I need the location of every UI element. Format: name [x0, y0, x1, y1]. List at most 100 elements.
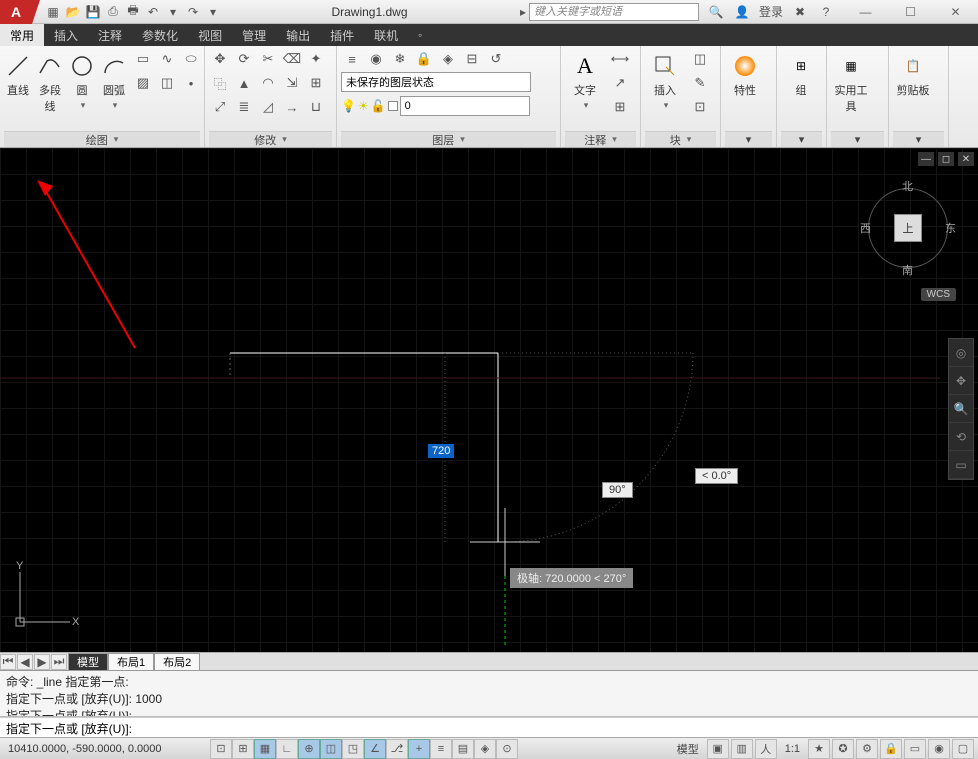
explode-icon[interactable]: ✦	[305, 48, 327, 70]
coordinates[interactable]: 10410.0000, -590.0000, 0.0000	[0, 743, 210, 755]
close-button[interactable]: ✕	[933, 0, 978, 24]
qp-icon[interactable]: ◈	[474, 739, 496, 759]
play-icon[interactable]: ▸	[517, 5, 529, 19]
layer-props-icon[interactable]: ≡	[341, 48, 363, 70]
stretch-icon[interactable]: ⇲	[281, 72, 303, 94]
tpy-icon[interactable]: ▤	[452, 739, 474, 759]
tab-parametric[interactable]: 参数化	[132, 24, 188, 46]
tab-plugins[interactable]: 插件	[320, 24, 364, 46]
grid-icon[interactable]: ▦	[254, 739, 276, 759]
annoauto-icon[interactable]: ✪	[832, 739, 854, 759]
dimension-icon[interactable]: ⟷	[609, 48, 631, 70]
clipboard-button[interactable]: 📋 剪贴板	[893, 48, 933, 98]
viewcube[interactable]: 北 南 西 东 上	[858, 178, 958, 278]
tab-view[interactable]: 视图	[188, 24, 232, 46]
line-button[interactable]: 直线	[4, 48, 32, 98]
wcs-badge[interactable]: WCS	[921, 288, 956, 301]
ducs-icon[interactable]: ⎇	[386, 739, 408, 759]
group-button[interactable]: ⊞ 组	[781, 48, 821, 98]
layout-tab-1[interactable]: 布局1	[108, 653, 154, 670]
showmotion-icon[interactable]: ▭	[949, 451, 973, 479]
plot-icon[interactable]: 🖶	[124, 3, 142, 21]
scale-label[interactable]: 1:1	[779, 743, 806, 755]
lwt-icon[interactable]: ≡	[430, 739, 452, 759]
chamfer-icon[interactable]: ◿	[257, 96, 279, 118]
dynamic-input-value[interactable]: 720	[428, 444, 454, 458]
redo-icon[interactable]: ↷	[184, 3, 202, 21]
mirror-icon[interactable]: ▲	[233, 72, 255, 94]
table-icon[interactable]: ⊞	[609, 96, 631, 118]
ws-icon[interactable]: ⚙	[856, 739, 878, 759]
drawing-canvas[interactable]: 720 90° < 0.0° 极轴: 720.0000 < 270° — ◻ ✕…	[0, 148, 978, 652]
viewcube-top[interactable]: 上	[894, 214, 922, 242]
hardware-icon[interactable]: ▭	[904, 739, 926, 759]
first-tab-icon[interactable]: ⏮	[0, 654, 16, 670]
extend-icon[interactable]: →	[281, 96, 303, 118]
rectangle-icon[interactable]: ▭	[132, 48, 154, 70]
polar-icon[interactable]: ⊕	[298, 739, 320, 759]
tab-annotate[interactable]: 注释	[88, 24, 132, 46]
sc-icon[interactable]: ⊙	[496, 739, 518, 759]
rotate-icon[interactable]: ⟳	[233, 48, 255, 70]
tab-insert[interactable]: 插入	[44, 24, 88, 46]
otrack-icon[interactable]: ∠	[364, 739, 386, 759]
undo-icon[interactable]: ↶	[144, 3, 162, 21]
user-icon[interactable]: 👤	[733, 3, 751, 21]
array-icon[interactable]: ⊞	[305, 72, 327, 94]
layer-freeze-icon[interactable]: ❄	[389, 48, 411, 70]
polyline-button[interactable]: 多段线	[36, 48, 64, 114]
panel-title-annot[interactable]: 注释▾	[565, 131, 636, 147]
command-input[interactable]: 指定下一点或 [放弃(U)]:	[0, 717, 978, 737]
annovis-icon[interactable]: ★	[808, 739, 830, 759]
move-icon[interactable]: ✥	[209, 48, 231, 70]
layer-match-icon[interactable]: ⊟	[461, 48, 483, 70]
chevron-down-icon[interactable]: ▾	[204, 3, 222, 21]
last-tab-icon[interactable]: ⏭	[51, 654, 67, 670]
scale-icon[interactable]: ⤢	[209, 96, 231, 118]
lock-ui-icon[interactable]: 🔒	[880, 739, 902, 759]
layer-lock-icon[interactable]: 🔒	[413, 48, 435, 70]
spline-icon[interactable]: ∿	[156, 48, 178, 70]
utilities-button[interactable]: ▦ 实用工具	[831, 48, 871, 114]
prev-tab-icon[interactable]: ◀	[17, 654, 33, 670]
zoom-icon[interactable]: 🔍	[949, 395, 973, 423]
binoculars-icon[interactable]: 🔍	[707, 3, 725, 21]
annoscale-icon[interactable]: 人	[755, 739, 777, 759]
dyn-icon[interactable]: +	[408, 739, 430, 759]
join-icon[interactable]: ⊔	[305, 96, 327, 118]
login-label[interactable]: 登录	[759, 3, 783, 20]
new-icon[interactable]: ▦	[44, 3, 62, 21]
snap-icon[interactable]: ⊞	[232, 739, 254, 759]
layout-tab-2[interactable]: 布局2	[154, 653, 200, 670]
save-icon[interactable]: 💾	[84, 3, 102, 21]
open-icon[interactable]: 📂	[64, 3, 82, 21]
panel-title-block[interactable]: 块▾	[645, 131, 716, 147]
wheel-icon[interactable]: ◎	[949, 339, 973, 367]
layer-current-combo[interactable]: 0	[400, 96, 530, 116]
chevron-down-icon[interactable]: ▾	[164, 3, 182, 21]
trim-icon[interactable]: ✂	[257, 48, 279, 70]
edit-block-icon[interactable]: ✎	[689, 72, 711, 94]
panel-title-modify[interactable]: 修改▾	[209, 131, 332, 147]
exchange-icon[interactable]: ✖	[791, 3, 809, 21]
panel-title-draw[interactable]: 绘图▾	[4, 131, 200, 147]
model-space-label[interactable]: 模型	[671, 741, 705, 757]
clean-icon[interactable]: ▢	[952, 739, 974, 759]
layer-state-combo[interactable]: 未保存的图层状态	[341, 72, 531, 92]
help-icon[interactable]: ?	[817, 3, 835, 21]
infer-icon[interactable]: ⊡	[210, 739, 232, 759]
osnap-icon[interactable]: ◫	[320, 739, 342, 759]
vp-close-icon[interactable]: ✕	[958, 152, 974, 166]
tab-home[interactable]: 常用	[0, 24, 44, 46]
fillet-icon[interactable]: ◠	[257, 72, 279, 94]
app-logo[interactable]: A	[0, 0, 32, 24]
circle-button[interactable]: 圆 ▾	[68, 48, 96, 111]
ellipse-icon[interactable]: ⬭	[180, 48, 202, 70]
vp-maximize-icon[interactable]: ◻	[938, 152, 954, 166]
text-button[interactable]: A 文字 ▾	[565, 48, 605, 111]
properties-button[interactable]: 特性	[725, 48, 765, 98]
create-block-icon[interactable]: ◫	[689, 48, 711, 70]
minimize-button[interactable]: —	[843, 0, 888, 24]
ortho-icon[interactable]: ∟	[276, 739, 298, 759]
maximize-button[interactable]: ☐	[888, 0, 933, 24]
